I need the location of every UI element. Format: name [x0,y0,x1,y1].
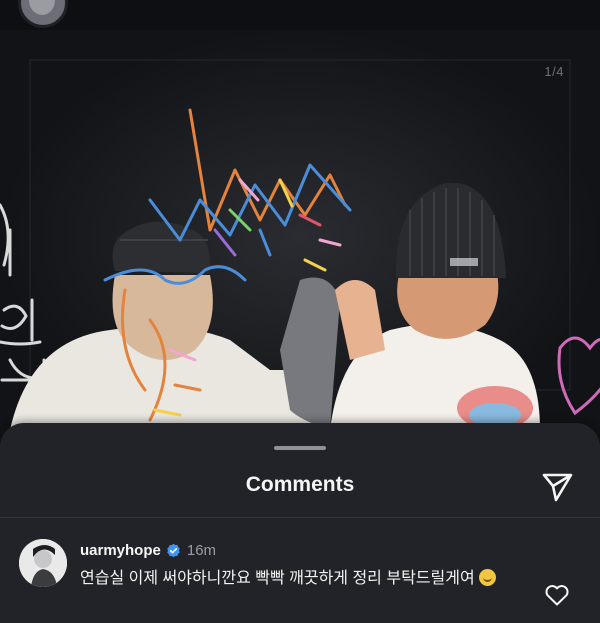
comment-header: uarmyhope 16m [80,542,216,559]
comments-sheet: Comments uarmyhope 16m 연습실 이제 써야하니깐요 빡빡 … [0,423,600,623]
commenter-avatar[interactable] [19,539,67,587]
comment-text-block: 연습실 이제 써야하니깐요 빡빡 깨끗하게 정리 부탁드릴게여 [80,567,520,591]
photo-illustration [0,30,600,445]
comment-item: uarmyhope 16m 연습실 이제 써야하니깐요 빡빡 깨끗하게 정리 부… [0,523,600,623]
drag-handle[interactable] [274,446,326,450]
comments-title: Comments [245,473,355,496]
page-counter: 1/4 [544,64,564,79]
post-photo[interactable]: 1/4 [0,30,600,445]
top-bar [0,0,600,30]
verified-badge-icon [167,543,180,558]
commenter-username[interactable]: uarmyhope [80,542,161,559]
divider [0,517,600,518]
comment-timestamp: 16m [186,542,217,559]
paper-plane-icon[interactable] [539,468,575,504]
story-avatar[interactable] [18,0,68,28]
heart-outline-icon[interactable] [544,583,570,607]
comment-body: 연습실 이제 써야하니깐요 빡빡 깨끗하게 정리 부탁드릴게여 [80,570,475,587]
avatar-silhouette [29,0,55,15]
avatar-photo [19,539,67,587]
grinning-face-icon [479,569,497,586]
